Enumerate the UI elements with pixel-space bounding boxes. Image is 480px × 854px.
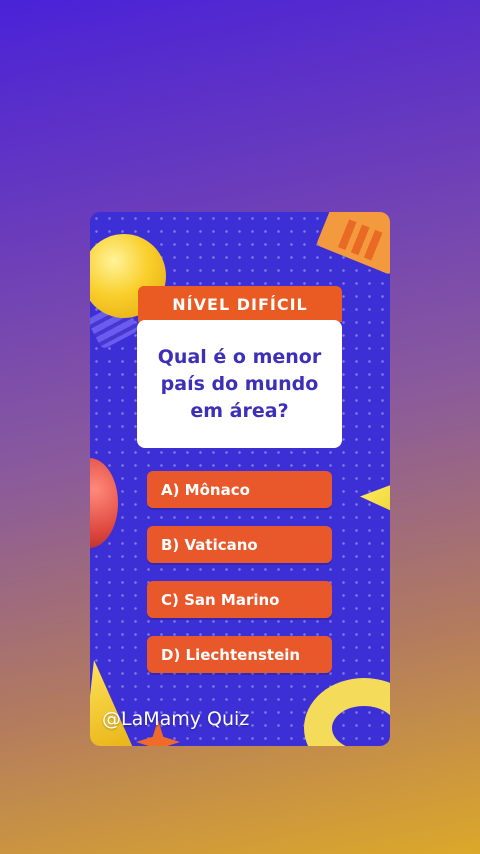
decor-red-sphere bbox=[90, 458, 118, 548]
answer-option-b[interactable]: B) Vaticano bbox=[147, 526, 332, 563]
decor-yellow-triangle bbox=[90, 660, 134, 746]
quiz-card: NÍVEL DIFÍCIL Qual é o menor país do mun… bbox=[90, 212, 390, 746]
question-box: Qual é o menor país do mundo em área? bbox=[137, 320, 342, 448]
answer-option-a[interactable]: A) Mônaco bbox=[147, 471, 332, 508]
decor-yellow-shape bbox=[360, 474, 390, 524]
question-text: Qual é o menor país do mundo em área? bbox=[157, 345, 322, 422]
decor-yellow-ring bbox=[304, 678, 390, 746]
difficulty-banner: NÍVEL DIFÍCIL bbox=[138, 286, 342, 322]
answer-option-c[interactable]: C) San Marino bbox=[147, 581, 332, 618]
watermark-text: @LaMamy Quiz bbox=[102, 708, 250, 730]
answer-option-d[interactable]: D) Liechtenstein bbox=[147, 636, 332, 673]
